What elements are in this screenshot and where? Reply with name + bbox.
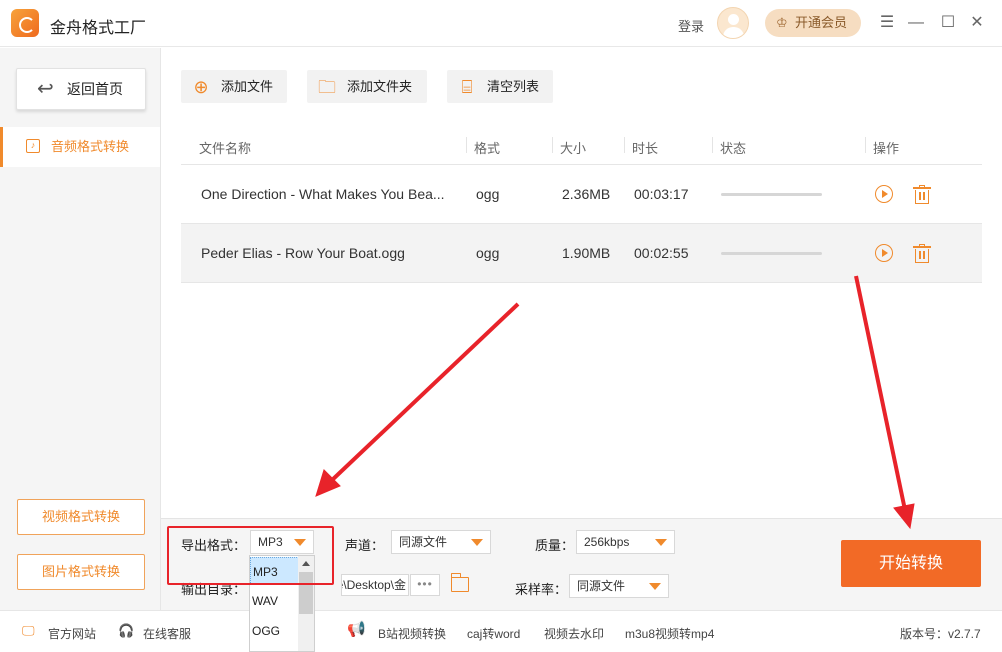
footer-link-caj-word[interactable]: caj转word (467, 625, 520, 642)
footer-bar: 🖵 官方网站 🎧 在线客服 📢 B站视频转换 caj转word 视频去水印 m3… (0, 610, 1002, 652)
table-row[interactable]: Peder Elias - Row Your Boat.ogg ogg 1.90… (181, 224, 982, 283)
annotation-arrow-to-format (328, 302, 520, 484)
version-label: 版本号：v2.7.7 (900, 627, 981, 641)
add-file-label: 添加文件 (221, 79, 274, 94)
browse-more-button[interactable]: ••• (410, 574, 440, 596)
clear-list-label: 清空列表 (487, 79, 540, 94)
clear-list-button[interactable]: ⌸ 清空列表 (447, 70, 553, 103)
megaphone-icon: 📢 (347, 621, 366, 638)
add-folder-label: 添加文件夹 (347, 79, 413, 94)
add-folder-button[interactable]: 🗀 添加文件夹 (307, 70, 427, 103)
sidebar-item-audio-convert[interactable]: ♪ 音频格式转换 (0, 127, 160, 167)
music-note-icon: ♪ (26, 139, 40, 153)
app-title: 金舟格式工厂 (50, 20, 147, 37)
file-name: Peder Elias - Row Your Boat.ogg (201, 245, 405, 261)
status-progress-bar (721, 193, 822, 196)
channel-select-value: 同源文件 (399, 535, 448, 549)
channel-label: 声道： (345, 538, 385, 553)
plus-circle-icon: ⊕ (193, 77, 209, 97)
play-icon[interactable] (875, 244, 893, 262)
quality-select-value: 256kbps (584, 535, 630, 549)
file-duration: 00:03:17 (634, 186, 689, 202)
chevron-down-icon (471, 539, 483, 546)
file-size: 1.90MB (562, 245, 611, 261)
header-status: 状态 (720, 141, 747, 156)
header-filename: 文件名称 (199, 141, 252, 156)
trash-icon[interactable] (913, 185, 931, 204)
broom-icon: ⌸ (461, 77, 473, 97)
online-service-link[interactable]: 在线客服 (143, 625, 191, 642)
chevron-down-icon (649, 583, 661, 590)
crown-icon: ♔ (776, 15, 788, 30)
output-path-value: kate\Desktop\金 (342, 578, 406, 592)
avatar[interactable] (717, 7, 749, 39)
back-home-button[interactable]: ↩ 返回首页 (16, 68, 146, 110)
back-home-label: 返回首页 (67, 81, 123, 97)
quality-label: 质量： (535, 538, 575, 553)
folder-icon: 🗀 (318, 77, 336, 97)
minimize-icon[interactable]: — (906, 12, 926, 34)
image-convert-button[interactable]: 图片格式转换 (17, 554, 145, 590)
annotation-arrow-to-start (854, 275, 907, 511)
monitor-icon: 🖵 (22, 623, 35, 638)
file-name: One Direction - What Makes You Bea... (201, 186, 445, 202)
header-actions: 操作 (873, 141, 900, 156)
menu-icon[interactable]: ☰ (877, 12, 897, 34)
app-logo-icon (11, 9, 39, 37)
dropdown-option-wav[interactable]: WAV (250, 587, 299, 615)
channel-select[interactable]: 同源文件 (391, 530, 491, 554)
official-website-link[interactable]: 官方网站 (48, 625, 96, 642)
maximize-icon[interactable]: ☐ (938, 12, 958, 34)
add-file-button[interactable]: ⊕ 添加文件 (181, 70, 287, 103)
file-format: ogg (476, 186, 500, 202)
annotation-arrowhead (315, 469, 341, 497)
login-link[interactable]: 登录 (678, 16, 704, 35)
title-bar: 金舟格式工厂 登录 ♔ 开通会员 ☰ — ☐ ✕ (0, 0, 1002, 47)
header-divider (466, 137, 467, 153)
close-icon[interactable]: ✕ (967, 12, 987, 34)
open-folder-icon[interactable] (450, 573, 469, 592)
table-row[interactable]: One Direction - What Makes You Bea... og… (181, 165, 982, 224)
video-convert-button[interactable]: 视频格式转换 (17, 499, 145, 535)
vip-button[interactable]: ♔ 开通会员 (765, 9, 861, 37)
quality-select[interactable]: 256kbps (576, 530, 675, 554)
sidebar: ↩ 返回首页 ♪ 音频格式转换 视频格式转换 图片格式转换 (0, 48, 161, 610)
output-path-field[interactable]: kate\Desktop\金 (341, 574, 409, 596)
file-size: 2.36MB (562, 186, 611, 202)
file-duration: 00:02:55 (634, 245, 689, 261)
header-duration: 时长 (632, 141, 659, 156)
header-divider (552, 137, 553, 153)
back-arrow-icon: ↩ (37, 78, 54, 100)
sidebar-item-label: 音频格式转换 (51, 139, 130, 154)
play-icon[interactable] (875, 185, 893, 203)
samplerate-select[interactable]: 同源文件 (569, 574, 669, 598)
trash-icon[interactable] (913, 244, 931, 263)
footer-link-watermark[interactable]: 视频去水印 (544, 625, 604, 642)
header-size: 大小 (560, 141, 587, 156)
chevron-down-icon (655, 539, 667, 546)
dropdown-option-ogg[interactable]: OGG (250, 617, 299, 645)
header-divider (624, 137, 625, 153)
footer-link-bilibili[interactable]: B站视频转换 (378, 625, 446, 642)
start-convert-button[interactable]: 开始转换 (841, 540, 981, 587)
annotation-highlight-box (167, 526, 334, 585)
samplerate-select-value: 同源文件 (577, 579, 626, 593)
header-divider (712, 137, 713, 153)
status-progress-bar (721, 252, 822, 255)
file-format: ogg (476, 245, 500, 261)
header-format: 格式 (474, 141, 501, 156)
headset-icon: 🎧 (118, 623, 135, 638)
header-divider (865, 137, 866, 153)
vip-button-label: 开通会员 (795, 15, 848, 30)
footer-link-m3u8[interactable]: m3u8视频转mp4 (625, 625, 714, 642)
samplerate-label: 采样率： (515, 582, 568, 597)
